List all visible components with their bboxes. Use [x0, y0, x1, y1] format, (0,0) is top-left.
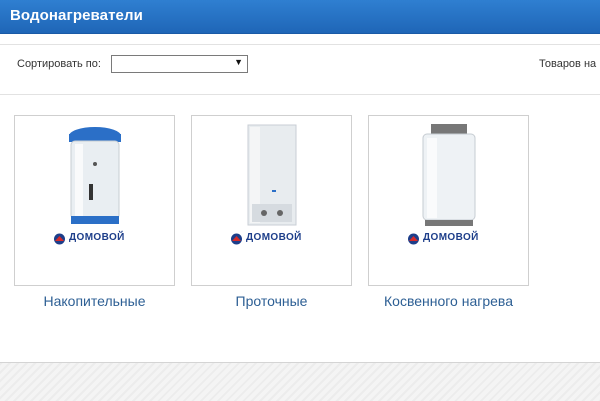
category-link-indirect[interactable]: Косвенного нагрева: [368, 293, 529, 309]
category-card-storage[interactable]: ДОМОВОЙ: [14, 115, 175, 286]
brand-logo: ДОМОВОЙ: [407, 232, 491, 246]
category-header: Водонагреватели: [0, 0, 600, 34]
category-link-tankless[interactable]: Проточные: [191, 293, 352, 309]
page-footer: [0, 362, 600, 401]
dropdown-arrow-icon: ▼: [234, 57, 243, 67]
brand-name: ДОМОВОЙ: [423, 232, 479, 243]
brand-logo-icon: [231, 233, 242, 245]
brand-name: ДОМОВОЙ: [69, 232, 125, 243]
divider: [0, 44, 600, 45]
brand-logo: ДОМОВОЙ: [53, 232, 137, 246]
sort-select[interactable]: ▼: [111, 55, 248, 73]
indirect-water-heater-icon: [422, 124, 476, 226]
brand-logo-icon: [54, 233, 65, 245]
brand-name: ДОМОВОЙ: [246, 232, 302, 243]
category-card-indirect[interactable]: ДОМОВОЙ: [368, 115, 529, 286]
page-title: Водонагреватели: [10, 7, 143, 24]
sort-label: Сортировать по:: [17, 58, 101, 70]
category-link-storage[interactable]: Накопительные: [14, 293, 175, 309]
divider: [0, 94, 600, 95]
brand-logo-icon: [408, 233, 419, 245]
category-card-tankless[interactable]: ДОМОВОЙ: [191, 115, 352, 286]
storage-water-heater-icon: [69, 127, 121, 224]
items-per-page-label: Товаров на: [539, 58, 597, 70]
tankless-water-heater-icon: [247, 124, 297, 226]
brand-logo: ДОМОВОЙ: [230, 232, 314, 246]
